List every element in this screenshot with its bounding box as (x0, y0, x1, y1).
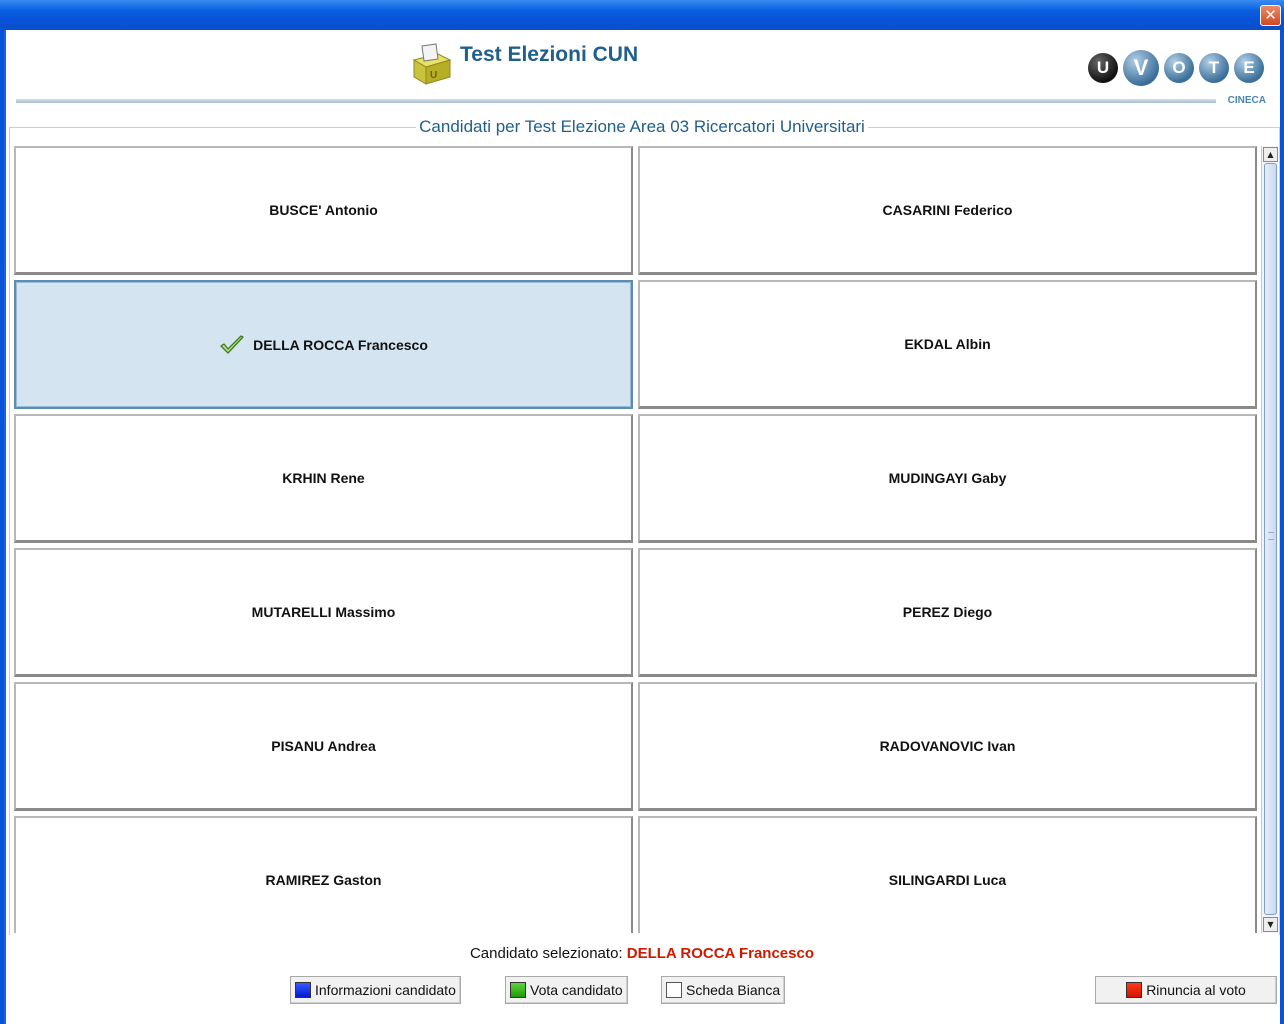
brand-letter: U (1088, 53, 1118, 83)
vote-candidate-label: Vota candidato (530, 982, 623, 998)
panel-title-text: Candidati per Test Elezione Area 03 Rice… (416, 117, 868, 136)
candidate-card[interactable]: RADOVANOVIC Ivan (638, 682, 1257, 811)
scroll-thumb[interactable] (1264, 163, 1277, 915)
candidate-card[interactable]: SILINGARDI Luca (638, 816, 1257, 933)
white-square-icon (666, 982, 682, 998)
candidate-info-label: Informazioni candidato (315, 982, 456, 998)
candidate-card[interactable]: DELLA ROCCA Francesco (14, 280, 633, 409)
candidate-name: PEREZ Diego (902, 604, 993, 620)
uvote-logo: U V O T E (1083, 48, 1264, 88)
blue-square-icon (295, 982, 311, 998)
candidate-card[interactable]: CASARINI Federico (638, 146, 1257, 275)
candidate-info-button[interactable]: Informazioni candidato (290, 976, 461, 1004)
selected-candidate-label: Candidato selezionato: (469, 945, 623, 962)
candidate-card[interactable]: PEREZ Diego (638, 548, 1257, 677)
svg-text:U: U (430, 70, 437, 81)
scroll-down-icon[interactable]: ▼ (1263, 917, 1278, 932)
candidate-name: PISANU Andrea (271, 738, 376, 754)
vertical-scrollbar[interactable]: ▲ ▼ (1261, 146, 1278, 933)
candidate-card[interactable]: BUSCE' Antonio (14, 146, 633, 275)
vote-candidate-button[interactable]: Vota candidato (505, 976, 628, 1004)
candidate-card[interactable]: MUTARELLI Massimo (14, 548, 633, 677)
close-icon[interactable]: ✕ (1260, 5, 1281, 26)
candidates-grid: BUSCE' Antonio CASARINI Federico DELLA ROC… (14, 146, 1258, 933)
window-frame-right (1280, 30, 1284, 1024)
panel-title: Candidati per Test Elezione Area 03 Rice… (0, 117, 1284, 137)
red-square-icon (1126, 982, 1143, 998)
candidate-name: DELLA ROCCA Francesco (253, 336, 428, 353)
candidate-name: EKDAL Albin (904, 336, 991, 352)
candidate-name: MUDINGAYI Gaby (888, 470, 1007, 486)
window-frame-left (0, 30, 6, 1024)
window-titlebar[interactable]: ✕ (0, 0, 1284, 30)
candidate-card[interactable]: RAMIREZ Gaston (14, 816, 633, 933)
blank-ballot-label: Scheda Bianca (686, 982, 781, 998)
app-title: Test Elezioni CUN (460, 43, 639, 66)
candidate-card[interactable]: KRHIN Rene (14, 414, 633, 543)
candidate-card[interactable]: MUDINGAYI Gaby (638, 414, 1257, 543)
scroll-grip (1268, 532, 1274, 540)
candidate-card[interactable]: PISANU Andrea (14, 682, 633, 811)
candidate-card[interactable]: EKDAL Albin (638, 280, 1257, 409)
cineca-label: CINECA (1227, 95, 1266, 106)
brand-letter: O (1164, 53, 1194, 83)
green-square-icon (510, 982, 526, 998)
candidate-name: RADOVANOVIC Ivan (879, 738, 1016, 754)
blank-ballot-button[interactable]: Scheda Bianca (661, 976, 786, 1004)
scroll-up-icon[interactable]: ▲ (1263, 147, 1278, 162)
renounce-vote-button[interactable]: Rinuncia al voto (1095, 976, 1277, 1004)
checkmark-icon (220, 334, 244, 354)
app-header: U Test Elezioni CUN U V O T E CINECA (6, 30, 1280, 110)
candidate-name: KRHIN Rene (282, 470, 365, 486)
brand-letter: T (1199, 53, 1229, 83)
header-divider (16, 99, 1216, 103)
brand-letter: E (1234, 53, 1264, 83)
candidate-name: SILINGARDI Luca (888, 872, 1007, 888)
candidate-name: CASARINI Federico (882, 202, 1013, 218)
candidate-name: RAMIREZ Gaston (265, 872, 382, 888)
ballot-box-icon: U (412, 43, 452, 85)
selected-candidate-name: DELLA ROCCA Francesco (626, 945, 815, 962)
candidate-name: MUTARELLI Massimo (251, 604, 396, 620)
renounce-vote-label: Rinuncia al voto (1146, 982, 1246, 998)
candidate-name: BUSCE' Antonio (269, 202, 378, 218)
brand-letter: V (1123, 50, 1159, 86)
selected-candidate-line: Candidato selezionato: DELLA ROCCA Franc… (0, 945, 1284, 962)
